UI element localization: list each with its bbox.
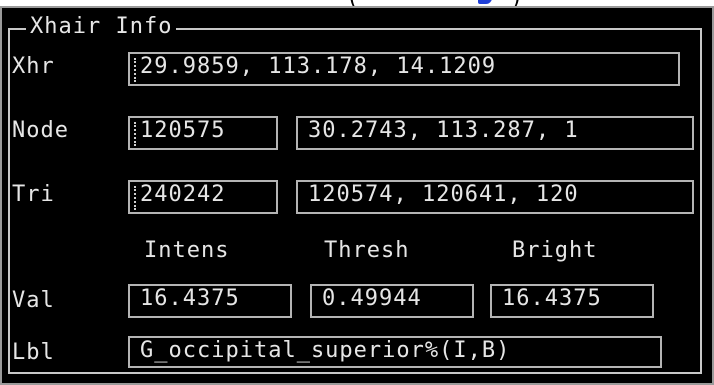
- node-id-field[interactable]: 120575: [128, 116, 278, 150]
- intens-value-field[interactable]: 16.4375: [128, 284, 292, 318]
- thresh-column-header: Thresh: [324, 238, 410, 263]
- xhr-label: Xhr: [12, 54, 55, 79]
- tri-vertices-field[interactable]: 120574, 120641, 120: [296, 180, 694, 214]
- panel-title: Xhair Info: [26, 14, 177, 40]
- label-name-value: G_occipital_superior%(I,B): [140, 338, 511, 363]
- xhr-coordinates-field[interactable]: 29.9859, 113.178, 14.1209: [128, 52, 680, 86]
- tri-id-value: 240242: [140, 182, 226, 207]
- xhair-info-panel: Xhair Info Xhr 29.9859, 113.178, 14.1209…: [0, 6, 714, 385]
- lbl-label: Lbl: [12, 340, 55, 365]
- tri-id-field[interactable]: 240242: [128, 180, 278, 214]
- node-coordinates-field[interactable]: 30.2743, 113.287, 1: [296, 116, 694, 150]
- intens-value: 16.4375: [140, 286, 240, 311]
- bright-column-header: Bright: [512, 238, 598, 263]
- bright-value-field[interactable]: 16.4375: [490, 284, 654, 318]
- node-coordinates-value: 30.2743, 113.287, 1: [308, 118, 579, 143]
- thresh-value-field[interactable]: 0.49944: [310, 284, 474, 318]
- label-name-field[interactable]: G_occipital_superior%(I,B): [128, 336, 662, 368]
- bright-value: 16.4375: [502, 286, 602, 311]
- blue-title-fragment: [478, 0, 492, 4]
- node-id-value: 120575: [140, 118, 226, 143]
- text-caret: [134, 186, 140, 210]
- text-caret: [134, 122, 140, 146]
- val-label: Val: [12, 288, 55, 313]
- node-label: Node: [12, 118, 69, 143]
- tri-vertices-value: 120574, 120641, 120: [308, 182, 579, 207]
- tri-label: Tri: [12, 182, 55, 207]
- text-caret: [134, 58, 140, 82]
- thresh-value: 0.49944: [322, 286, 422, 311]
- intens-column-header: Intens: [144, 238, 230, 263]
- xhr-coordinates-value: 29.9859, 113.178, 14.1209: [140, 54, 497, 79]
